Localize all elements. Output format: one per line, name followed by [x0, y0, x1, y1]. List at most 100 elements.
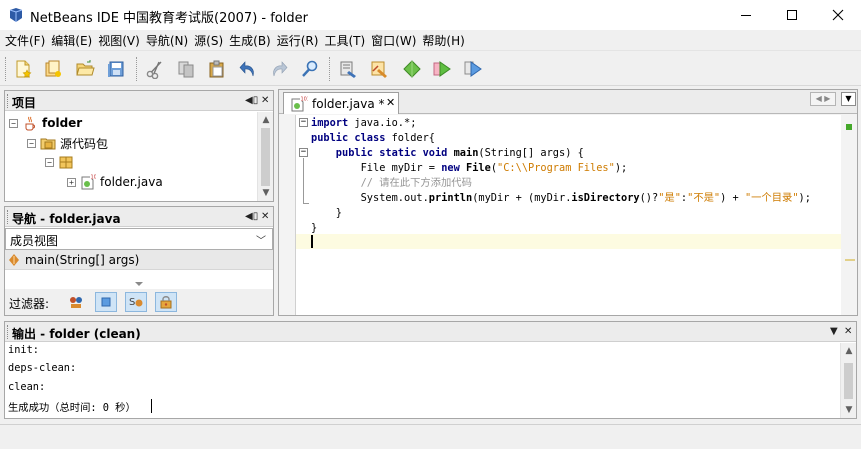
code-token: public class [311, 132, 386, 144]
filter-static-button[interactable]: S [125, 292, 147, 312]
code-token: (String[] args) { [478, 147, 584, 159]
scroll-thumb[interactable] [261, 128, 270, 186]
toolbar-grip[interactable] [329, 57, 332, 81]
toolbar-grip[interactable] [5, 57, 8, 81]
current-line-marker[interactable] [845, 259, 855, 261]
collapse-icon[interactable]: − [45, 157, 54, 167]
scroll-down-icon[interactable]: ▼ [841, 402, 857, 418]
close-panel-icon[interactable]: ✕ [261, 95, 269, 107]
output-text-area[interactable]: init: deps-clean: clean: 生成成功（总时间: 0 秒） [5, 343, 841, 418]
run-main-project-button[interactable] [399, 56, 425, 82]
expand-icon[interactable]: + [67, 177, 76, 187]
tab-list-dropdown[interactable]: ▼ [841, 92, 856, 106]
filters-label: 过滤器: [9, 297, 50, 311]
code-editor[interactable]: import java.io.*; public class folder{ pu… [295, 115, 841, 315]
editor-tab-bar: 101 folder.java * ✕ ◀ ▶ ▼ [279, 90, 857, 114]
undo-button[interactable] [235, 56, 261, 82]
navigator-splitter[interactable] [5, 281, 273, 289]
code-token: ()? [639, 192, 659, 204]
minimize-button[interactable] [723, 0, 769, 30]
tree-node-java-file[interactable]: + 101 folder.java [67, 173, 163, 191]
open-project-button[interactable] [72, 56, 98, 82]
filter-inherited-button[interactable] [65, 292, 87, 312]
collapse-icon[interactable]: − [27, 138, 36, 148]
menu-build[interactable]: 生成(B) [228, 32, 276, 49]
minimize-panel-icon[interactable]: ◀▯ [245, 211, 258, 223]
tree-node-default-package[interactable]: − [45, 153, 78, 171]
new-project-icon [45, 60, 61, 77]
scroll-up-icon[interactable]: ▲ [841, 343, 857, 359]
code-token: "C:\\Program Files" [497, 162, 615, 174]
menu-edit[interactable]: 编辑(E) [50, 32, 97, 49]
project-name: folder [42, 116, 83, 130]
code-token: (myDir + (myDir. [472, 192, 572, 204]
code-token: new [441, 162, 460, 174]
close-window-button[interactable] [815, 0, 861, 30]
filter-fields-button[interactable] [95, 292, 117, 312]
close-tab-icon[interactable]: ✕ [386, 96, 395, 109]
navigator-view-select[interactable]: 成员视图 ﹀ [5, 228, 273, 250]
fold-toggle-icon[interactable]: − [299, 118, 308, 127]
profile-main-project-button[interactable] [460, 56, 486, 82]
redo-button[interactable] [266, 56, 292, 82]
java-file-icon: 101 [291, 96, 308, 112]
java-file-icon: 101 [81, 174, 96, 190]
scroll-down-icon[interactable]: ▼ [258, 185, 274, 201]
filter-nonpublic-button[interactable] [155, 292, 177, 312]
panel-grip[interactable] [7, 210, 10, 224]
code-line: } [311, 206, 342, 221]
menu-window[interactable]: 窗口(W) [370, 32, 421, 49]
collapse-icon[interactable]: − [9, 118, 18, 128]
close-panel-icon[interactable]: ✕ [261, 211, 269, 223]
menu-file[interactable]: 文件(F) [4, 32, 50, 49]
tree-node-source-packages[interactable]: − 源代码包 [27, 134, 108, 152]
toolbar [0, 50, 861, 86]
tree-node-project[interactable]: − folder [9, 114, 82, 132]
code-line: } [311, 221, 317, 236]
chevron-down-icon: ﹀ [256, 236, 266, 247]
code-token: System.out. [311, 192, 429, 204]
panel-grip[interactable] [7, 94, 10, 108]
fold-toggle-icon[interactable]: − [299, 148, 308, 157]
menu-run[interactable]: 运行(R) [276, 32, 324, 49]
menu-navigate[interactable]: 导航(N) [145, 32, 193, 49]
minimize-panel-icon[interactable]: ◀▯ [245, 95, 258, 107]
code-line: public static void main(String[] args) { [311, 146, 584, 161]
code-token: public static void [311, 147, 448, 159]
navigator-title: 导航 - folder.java [12, 212, 121, 226]
maximize-button[interactable] [769, 0, 815, 30]
menu-view[interactable]: 视图(V) [97, 32, 145, 49]
minimize-panel-icon[interactable]: ▼ [830, 326, 838, 338]
tab-label: folder.java * [312, 97, 385, 111]
scroll-up-icon[interactable]: ▲ [258, 112, 274, 128]
scroll-thumb[interactable] [844, 363, 853, 399]
paste-button[interactable] [204, 56, 230, 82]
error-stripe[interactable] [841, 115, 857, 315]
code-line: import java.io.*; [311, 116, 416, 131]
panel-grip[interactable] [7, 325, 10, 339]
minimize-icon [741, 15, 751, 16]
new-file-button[interactable] [10, 56, 36, 82]
tab-scroll-arrows[interactable]: ◀ ▶ [810, 92, 836, 106]
tab-folder-java[interactable]: 101 folder.java * ✕ [283, 92, 399, 114]
new-project-button[interactable] [40, 56, 66, 82]
find-button[interactable] [297, 56, 323, 82]
cut-button[interactable] [142, 56, 168, 82]
menu-help[interactable]: 帮助(H) [421, 32, 469, 49]
clean-build-button[interactable] [366, 56, 392, 82]
menu-tools[interactable]: 工具(T) [323, 32, 370, 49]
close-panel-icon[interactable]: ✕ [844, 326, 852, 338]
debug-main-project-button[interactable] [429, 56, 455, 82]
fields-icon [101, 297, 111, 307]
toolbar-grip[interactable] [136, 57, 139, 81]
copy-button[interactable] [173, 56, 199, 82]
status-bar [0, 424, 861, 449]
menu-source[interactable]: 源(S) [193, 32, 228, 49]
fold-guide [303, 203, 309, 204]
navigator-panel: 导航 - folder.java ◀▯ ✕ 成员视图 ﹀ main(String… [4, 206, 274, 316]
navigator-member-row[interactable]: main(String[] args) [5, 250, 273, 270]
build-main-project-button[interactable] [335, 56, 361, 82]
save-all-button[interactable] [103, 56, 129, 82]
projects-scrollbar[interactable]: ▲ ▼ [257, 112, 273, 201]
output-scrollbar[interactable]: ▲ ▼ [840, 343, 856, 418]
